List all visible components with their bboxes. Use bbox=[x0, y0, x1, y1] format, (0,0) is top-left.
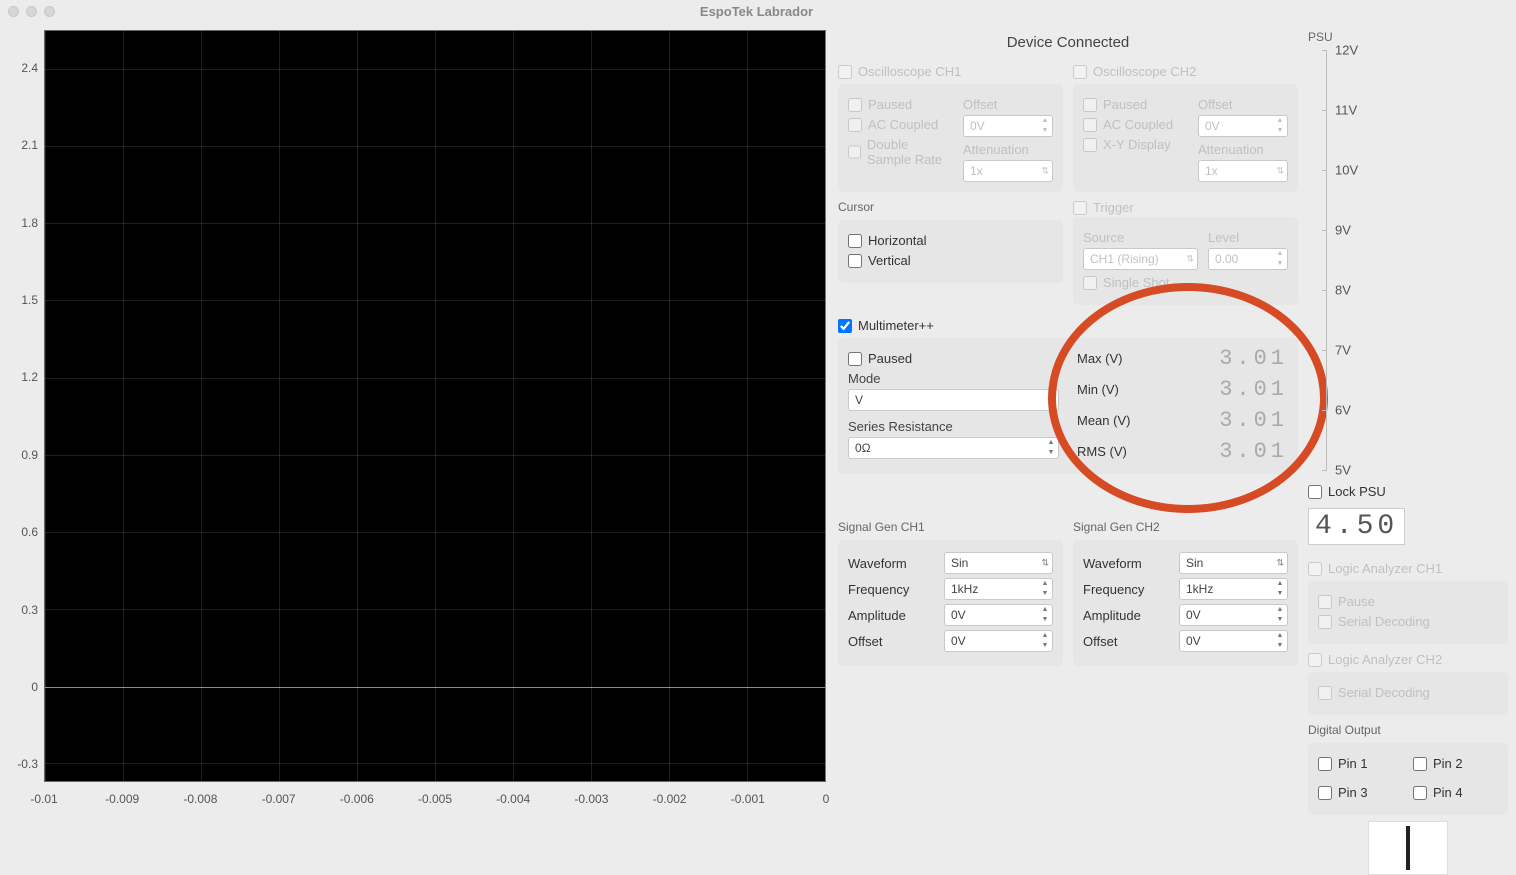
chevron-down-icon: ▼ bbox=[1044, 448, 1058, 458]
chevron-up-icon: ▲ bbox=[1273, 116, 1287, 126]
zoom-icon[interactable] bbox=[44, 6, 55, 17]
ch2-atten-select[interactable] bbox=[1198, 160, 1288, 182]
la1-panel: Pause Serial Decoding bbox=[1308, 581, 1508, 644]
cursor-horizontal-checkbox[interactable]: Horizontal bbox=[848, 233, 1053, 248]
cursor-vertical-checkbox[interactable]: Vertical bbox=[848, 253, 1053, 268]
chevron-down-icon: ⇅ bbox=[1041, 558, 1049, 569]
chevron-up-icon: ▲ bbox=[1038, 116, 1052, 126]
digout-title: Digital Output bbox=[1308, 723, 1508, 737]
la2-serial-checkbox[interactable]: Serial Decoding bbox=[1318, 685, 1498, 700]
y-axis-labels: 2.4 2.1 1.8 1.5 1.2 0.9 0.6 0.3 0 -0.3 bbox=[8, 30, 42, 782]
digout-slider[interactable] bbox=[1368, 821, 1448, 875]
ch1-atten-select[interactable] bbox=[963, 160, 1053, 182]
ch2-enable-checkbox[interactable]: Oscilloscope CH2 bbox=[1073, 64, 1298, 79]
chevron-down-icon: ⇅ bbox=[1041, 166, 1049, 177]
chevron-down-icon: ▼ bbox=[1273, 259, 1287, 269]
chevron-down-icon: ⇅ bbox=[1276, 166, 1284, 177]
min-value: 3.01 bbox=[1167, 377, 1288, 402]
sg2-amp-input[interactable] bbox=[1179, 604, 1288, 626]
max-label: Max (V) bbox=[1077, 351, 1157, 366]
la2-panel: Serial Decoding bbox=[1308, 672, 1508, 715]
chevron-down-icon: ▼ bbox=[1273, 126, 1287, 136]
window-title: EspoTek Labrador bbox=[55, 4, 1458, 19]
ch2-panel: Paused AC Coupled X-Y Display Offset ▲▼ … bbox=[1073, 84, 1298, 192]
chevron-down-icon: ⇅ bbox=[1186, 254, 1194, 265]
mean-label: Mean (V) bbox=[1077, 413, 1157, 428]
mean-value: 3.01 bbox=[1167, 408, 1288, 433]
ch1-enable-checkbox[interactable]: Oscilloscope CH1 bbox=[838, 64, 1063, 79]
trigger-single-checkbox[interactable]: Single Shot bbox=[1083, 275, 1198, 290]
sg1-panel: Waveform⇅ Frequency▲▼ Amplitude▲▼ Offset… bbox=[838, 540, 1063, 666]
device-status: Device Connected bbox=[838, 30, 1298, 51]
ch2-paused-checkbox[interactable]: Paused bbox=[1083, 97, 1188, 112]
rms-value: 3.01 bbox=[1167, 439, 1288, 464]
multimeter-mode-select[interactable] bbox=[848, 389, 1059, 411]
la2-enable-checkbox[interactable]: Logic Analyzer CH2 bbox=[1308, 652, 1508, 667]
min-label: Min (V) bbox=[1077, 382, 1157, 397]
multimeter-paused-checkbox[interactable]: Paused bbox=[848, 351, 1059, 366]
sg2-panel: Waveform⇅ Frequency▲▼ Amplitude▲▼ Offset… bbox=[1073, 540, 1298, 666]
sg2-title: Signal Gen CH2 bbox=[1073, 520, 1298, 534]
oscilloscope-plot-area: 2.4 2.1 1.8 1.5 1.2 0.9 0.6 0.3 0 -0.3 -… bbox=[0, 22, 826, 826]
ch1-double-checkbox[interactable]: Double Sample Rate bbox=[848, 137, 953, 167]
psu-slider[interactable]: 12V 11V 10V 9V 8V 7V 6V 5V bbox=[1326, 50, 1508, 470]
ch1-ac-checkbox[interactable]: AC Coupled bbox=[848, 117, 953, 132]
digout-panel: Pin 1 Pin 2 Pin 3 Pin 4 bbox=[1308, 743, 1508, 815]
la1-enable-checkbox[interactable]: Logic Analyzer CH1 bbox=[1308, 561, 1508, 576]
ch1-paused-checkbox[interactable]: Paused bbox=[848, 97, 953, 112]
chevron-down-icon: ⇅ bbox=[1276, 558, 1284, 569]
lock-psu-checkbox[interactable]: Lock PSU bbox=[1308, 484, 1508, 499]
pin3-checkbox[interactable]: Pin 3 bbox=[1318, 785, 1403, 800]
window-controls bbox=[8, 6, 55, 17]
psu-value: 4.50 bbox=[1308, 508, 1405, 545]
multimeter-series-input[interactable] bbox=[848, 437, 1059, 459]
chevron-up-icon: ▲ bbox=[1273, 249, 1287, 259]
chevron-down-icon: ▼ bbox=[1038, 126, 1052, 136]
sg2-off-input[interactable] bbox=[1179, 630, 1288, 652]
multimeter-enable-checkbox[interactable]: Multimeter++ bbox=[838, 318, 1298, 333]
sg1-waveform-select[interactable] bbox=[944, 552, 1053, 574]
ch1-panel: Paused AC Coupled Double Sample Rate Off… bbox=[838, 84, 1063, 192]
minimize-icon[interactable] bbox=[26, 6, 37, 17]
pin4-checkbox[interactable]: Pin 4 bbox=[1413, 785, 1498, 800]
titlebar: EspoTek Labrador bbox=[0, 0, 1516, 22]
cursor-panel: Horizontal Vertical bbox=[838, 220, 1063, 283]
sg1-freq-input[interactable] bbox=[944, 578, 1053, 600]
pin1-checkbox[interactable]: Pin 1 bbox=[1318, 756, 1403, 771]
trigger-source-select[interactable] bbox=[1083, 248, 1198, 270]
chevron-up-icon: ▲ bbox=[1044, 438, 1058, 448]
sg2-waveform-select[interactable] bbox=[1179, 552, 1288, 574]
scope-canvas[interactable] bbox=[44, 30, 826, 782]
close-icon[interactable] bbox=[8, 6, 19, 17]
ch2-ac-checkbox[interactable]: AC Coupled bbox=[1083, 117, 1188, 132]
max-value: 3.01 bbox=[1167, 346, 1288, 371]
x-axis-labels: -0.01 -0.009 -0.008 -0.007 -0.006 -0.005… bbox=[44, 792, 826, 808]
pin2-checkbox[interactable]: Pin 2 bbox=[1413, 756, 1498, 771]
sg2-freq-input[interactable] bbox=[1179, 578, 1288, 600]
sg1-off-input[interactable] bbox=[944, 630, 1053, 652]
chevron-down-icon: ⇅ bbox=[1047, 395, 1055, 406]
multimeter-panel: Paused Mode ⇅ Series Resistance ▲▼ Max (… bbox=[838, 338, 1298, 474]
trigger-enable-checkbox[interactable]: Trigger bbox=[1073, 200, 1298, 215]
ch2-xy-checkbox[interactable]: X-Y Display bbox=[1083, 137, 1188, 152]
sg1-title: Signal Gen CH1 bbox=[838, 520, 1063, 534]
la1-pause-checkbox[interactable]: Pause bbox=[1318, 594, 1498, 609]
sg1-amp-input[interactable] bbox=[944, 604, 1053, 626]
cursor-title: Cursor bbox=[838, 200, 1063, 214]
trigger-panel: Source ⇅ Single Shot Level ▲▼ bbox=[1073, 217, 1298, 305]
rms-label: RMS (V) bbox=[1077, 444, 1157, 459]
la1-serial-checkbox[interactable]: Serial Decoding bbox=[1318, 614, 1498, 629]
